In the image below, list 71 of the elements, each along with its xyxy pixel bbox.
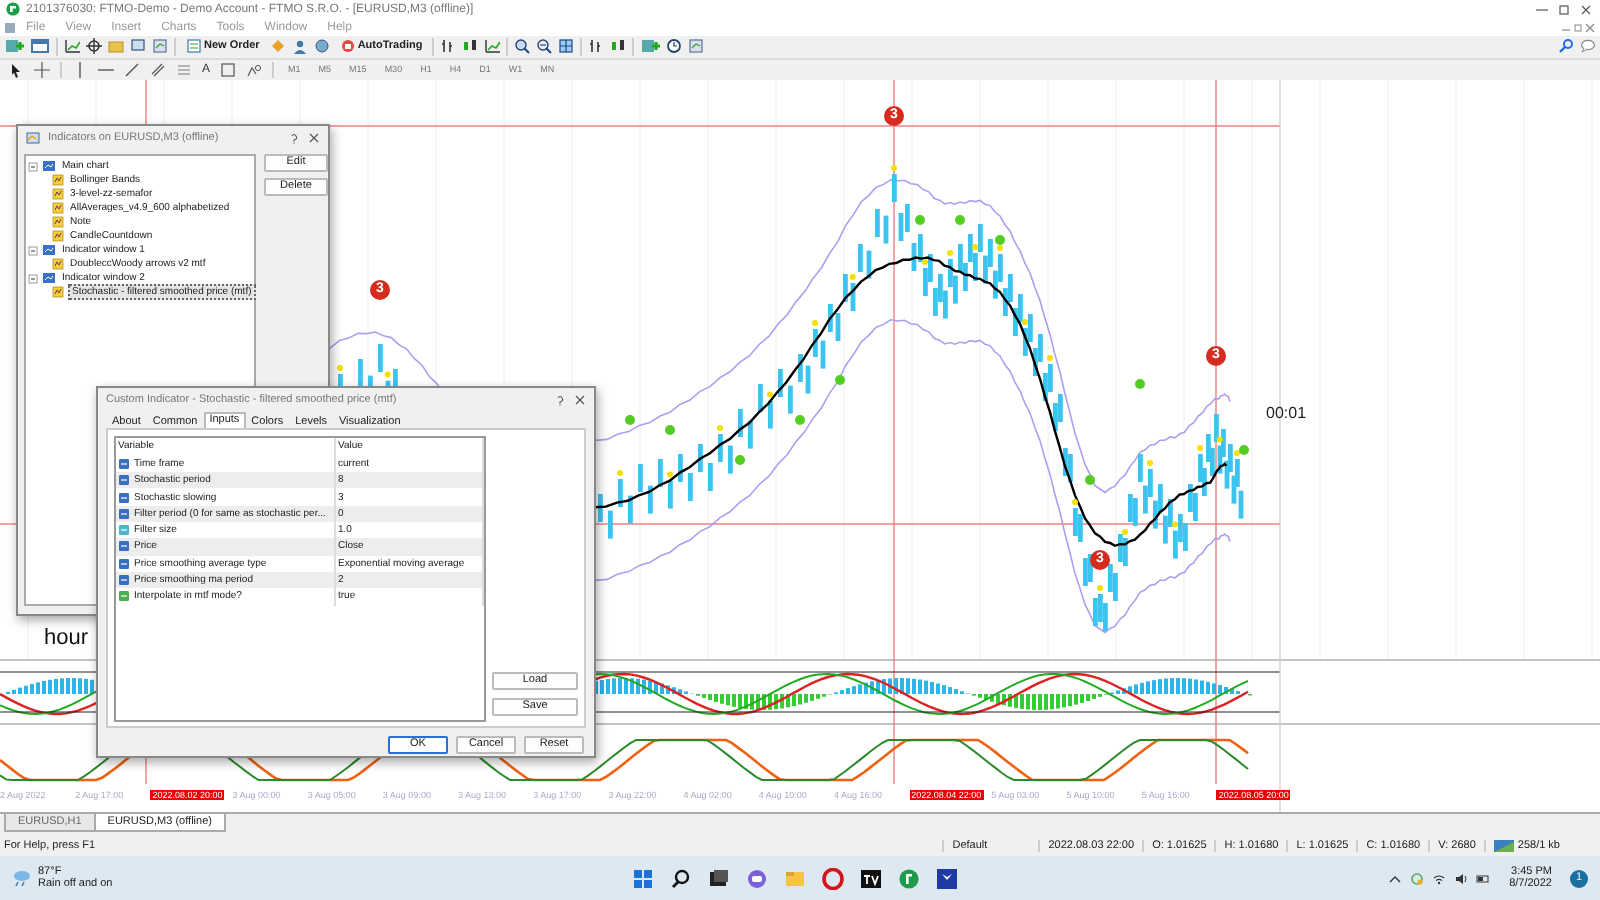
template-icon[interactable] (152, 38, 168, 55)
signal-dot (1239, 444, 1249, 455)
bar-chart-icon[interactable] (588, 38, 605, 55)
signal-marker (1206, 345, 1226, 366)
order-icon[interactable] (186, 38, 202, 55)
chart-app-icon[interactable] (860, 867, 883, 890)
task-view-icon[interactable] (708, 867, 731, 890)
close-icon[interactable] (1584, 21, 1596, 34)
chat-icon[interactable] (746, 867, 769, 890)
signal-dot (955, 214, 965, 225)
search-icon[interactable] (670, 867, 693, 890)
chart-icon[interactable] (484, 38, 501, 55)
signal-dot (1135, 378, 1145, 389)
speaker-icon[interactable] (1453, 871, 1468, 886)
chart-window-icon (42, 160, 56, 173)
signal-marker (884, 105, 904, 126)
battery-icon[interactable] (1475, 871, 1490, 886)
document-icon (4, 21, 16, 34)
signal-dot (915, 214, 925, 225)
signal-marker (1090, 549, 1110, 570)
autotrading-icon[interactable] (339, 38, 356, 55)
chat-icon[interactable] (1580, 38, 1596, 55)
collapse-icon[interactable] (28, 245, 38, 256)
collapse-icon[interactable] (28, 161, 38, 172)
chart-window-icon (42, 244, 56, 257)
candlestick-icon[interactable] (462, 38, 479, 55)
clock-icon[interactable] (666, 38, 683, 55)
browser-icon[interactable] (822, 867, 845, 890)
channel-icon[interactable] (150, 61, 166, 78)
connection-icon (1493, 839, 1514, 852)
candlestick-icon[interactable] (610, 38, 627, 55)
countdown-label: 00:01 (1266, 403, 1307, 422)
zoom-out-icon[interactable] (536, 38, 553, 55)
trend-line-icon[interactable] (124, 61, 140, 78)
close-icon[interactable] (1578, 3, 1594, 16)
signal-dot (995, 234, 1005, 245)
wifi-icon[interactable] (1431, 871, 1446, 886)
indicator-icon (52, 258, 64, 271)
trading-app-icon[interactable] (898, 867, 921, 890)
label-icon[interactable] (220, 61, 237, 78)
help-icon[interactable] (554, 393, 566, 406)
shapes-icon[interactable] (246, 61, 263, 78)
zoom-in-icon[interactable] (514, 38, 531, 55)
signal-dot (835, 374, 845, 385)
signal-dot (665, 424, 675, 435)
indicator-icon (52, 286, 64, 299)
signal-dot (795, 414, 805, 425)
bar-chart-icon[interactable] (440, 38, 457, 55)
chart-note: hour (44, 625, 89, 650)
chart-window-icon (42, 272, 56, 285)
close-icon[interactable] (574, 393, 586, 406)
window-icon[interactable] (30, 38, 50, 55)
people-icon[interactable] (291, 38, 308, 55)
cursor-icon[interactable] (8, 61, 24, 78)
signal-dot (735, 454, 745, 465)
help-icon[interactable] (288, 131, 300, 144)
chart-icon[interactable] (64, 38, 80, 55)
signal-dot (1085, 474, 1095, 485)
chart-window-icon (26, 131, 40, 144)
sync-icon[interactable] (1409, 871, 1424, 886)
monitor-icon[interactable] (130, 38, 146, 55)
collapse-icon[interactable] (28, 273, 38, 284)
globe-icon[interactable] (313, 38, 330, 55)
grid-icon[interactable] (558, 38, 575, 55)
close-icon[interactable] (308, 131, 320, 144)
dropbox-icon[interactable] (936, 867, 959, 890)
crosshair-icon[interactable] (86, 38, 102, 55)
signal-marker (370, 279, 390, 300)
chevron-up-icon[interactable] (1387, 871, 1402, 886)
start-icon[interactable] (632, 867, 655, 890)
signal-dot (625, 414, 635, 425)
